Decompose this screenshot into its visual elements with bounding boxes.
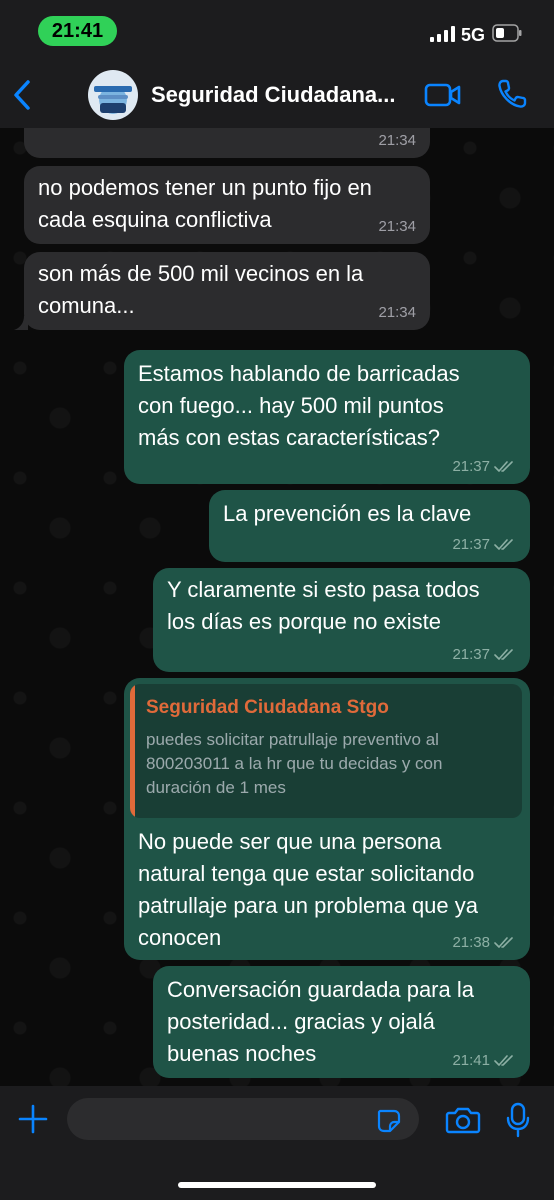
message-text: son más de 500 mil vecinos en la comuna.… — [38, 261, 364, 318]
message-time: 21:34 — [378, 218, 416, 235]
message-meta: 21:34 — [378, 132, 416, 150]
message-time: 21:41 — [452, 1052, 490, 1069]
read-receipt-icon — [494, 1055, 513, 1066]
message-meta: 21:37 — [452, 646, 516, 664]
message-bubble-outgoing[interactable]: Y claramente si esto pasa todos los días… — [153, 568, 530, 672]
message-text: Conversación guardada para la posteridad… — [167, 977, 474, 1066]
back-chevron-icon[interactable] — [6, 76, 40, 114]
message-meta: 21:34 — [378, 218, 416, 236]
message-bubble-outgoing[interactable]: La prevención es la clave 21:37 — [209, 490, 530, 562]
sticker-icon[interactable] — [376, 1108, 402, 1134]
message-time: 21:37 — [452, 458, 490, 475]
message-meta: 21:38 — [452, 934, 516, 952]
message-text: No puede ser que una persona natural ten… — [138, 829, 479, 950]
status-bar: 21:41 5G — [0, 0, 554, 62]
avatar[interactable] — [88, 70, 138, 120]
chat-messages-area[interactable]: mes 21:34 no podemos tener un punto fijo… — [0, 128, 554, 1086]
read-receipt-icon — [494, 649, 513, 660]
status-time: 21:41 — [38, 16, 117, 46]
message-meta: 21:41 — [452, 1052, 516, 1070]
message-time: 21:37 — [452, 646, 490, 663]
message-text: Estamos hablando de barricadas con fuego… — [138, 361, 460, 450]
quote-text: puedes solicitar patrullaje preventivo a… — [146, 730, 443, 797]
phone-call-icon[interactable] — [496, 78, 528, 110]
message-time: 21:37 — [452, 536, 490, 553]
message-time: 21:34 — [378, 304, 416, 321]
bubble-tail — [14, 316, 28, 330]
camera-icon[interactable] — [445, 1106, 481, 1134]
home-indicator — [178, 1182, 376, 1188]
message-meta: 21:34 — [378, 304, 416, 322]
microphone-icon[interactable] — [506, 1102, 530, 1138]
battery-icon — [492, 24, 522, 42]
plus-icon[interactable] — [18, 1104, 48, 1134]
chat-header: Seguridad Ciudadana... — [0, 62, 554, 128]
message-bubble-incoming[interactable]: mes 21:34 — [24, 128, 430, 158]
message-text: La prevención es la clave — [223, 501, 472, 526]
avatar-car-graphic — [100, 103, 126, 113]
signal-icon — [430, 26, 455, 42]
quote-author: Seguridad Ciudadana Stgo — [146, 697, 389, 718]
message-composer — [0, 1086, 554, 1200]
read-receipt-icon — [494, 461, 513, 472]
read-receipt-icon — [494, 539, 513, 550]
avatar-logo-band-secondary — [98, 95, 128, 99]
quoted-message[interactable]: Seguridad Ciudadana Stgo puedes solicita… — [130, 684, 522, 818]
message-time: 21:34 — [378, 132, 416, 149]
message-bubble-outgoing[interactable]: Estamos hablando de barricadas con fuego… — [124, 350, 530, 484]
avatar-logo-band — [94, 86, 132, 92]
message-bubble-outgoing[interactable]: Conversación guardada para la posteridad… — [153, 966, 530, 1078]
chat-title[interactable]: Seguridad Ciudadana... — [151, 82, 407, 108]
network-type: 5G — [461, 25, 486, 45]
message-text: Y claramente si esto pasa todos los días… — [167, 577, 480, 634]
message-bubble-incoming[interactable]: no podemos tener un punto fijo en cada e… — [24, 166, 430, 244]
video-call-icon[interactable] — [424, 82, 462, 108]
message-text: no podemos tener un punto fijo en cada e… — [38, 175, 372, 232]
message-meta: 21:37 — [452, 458, 516, 476]
message-bubble-incoming[interactable]: son más de 500 mil vecinos en la comuna.… — [24, 252, 430, 330]
message-bubble-outgoing-reply[interactable]: Seguridad Ciudadana Stgo puedes solicita… — [124, 678, 530, 960]
read-receipt-icon — [494, 937, 513, 948]
message-input[interactable] — [67, 1098, 419, 1140]
message-meta: 21:37 — [452, 536, 516, 554]
quote-accent-bar — [130, 684, 135, 818]
message-time: 21:38 — [452, 934, 490, 951]
